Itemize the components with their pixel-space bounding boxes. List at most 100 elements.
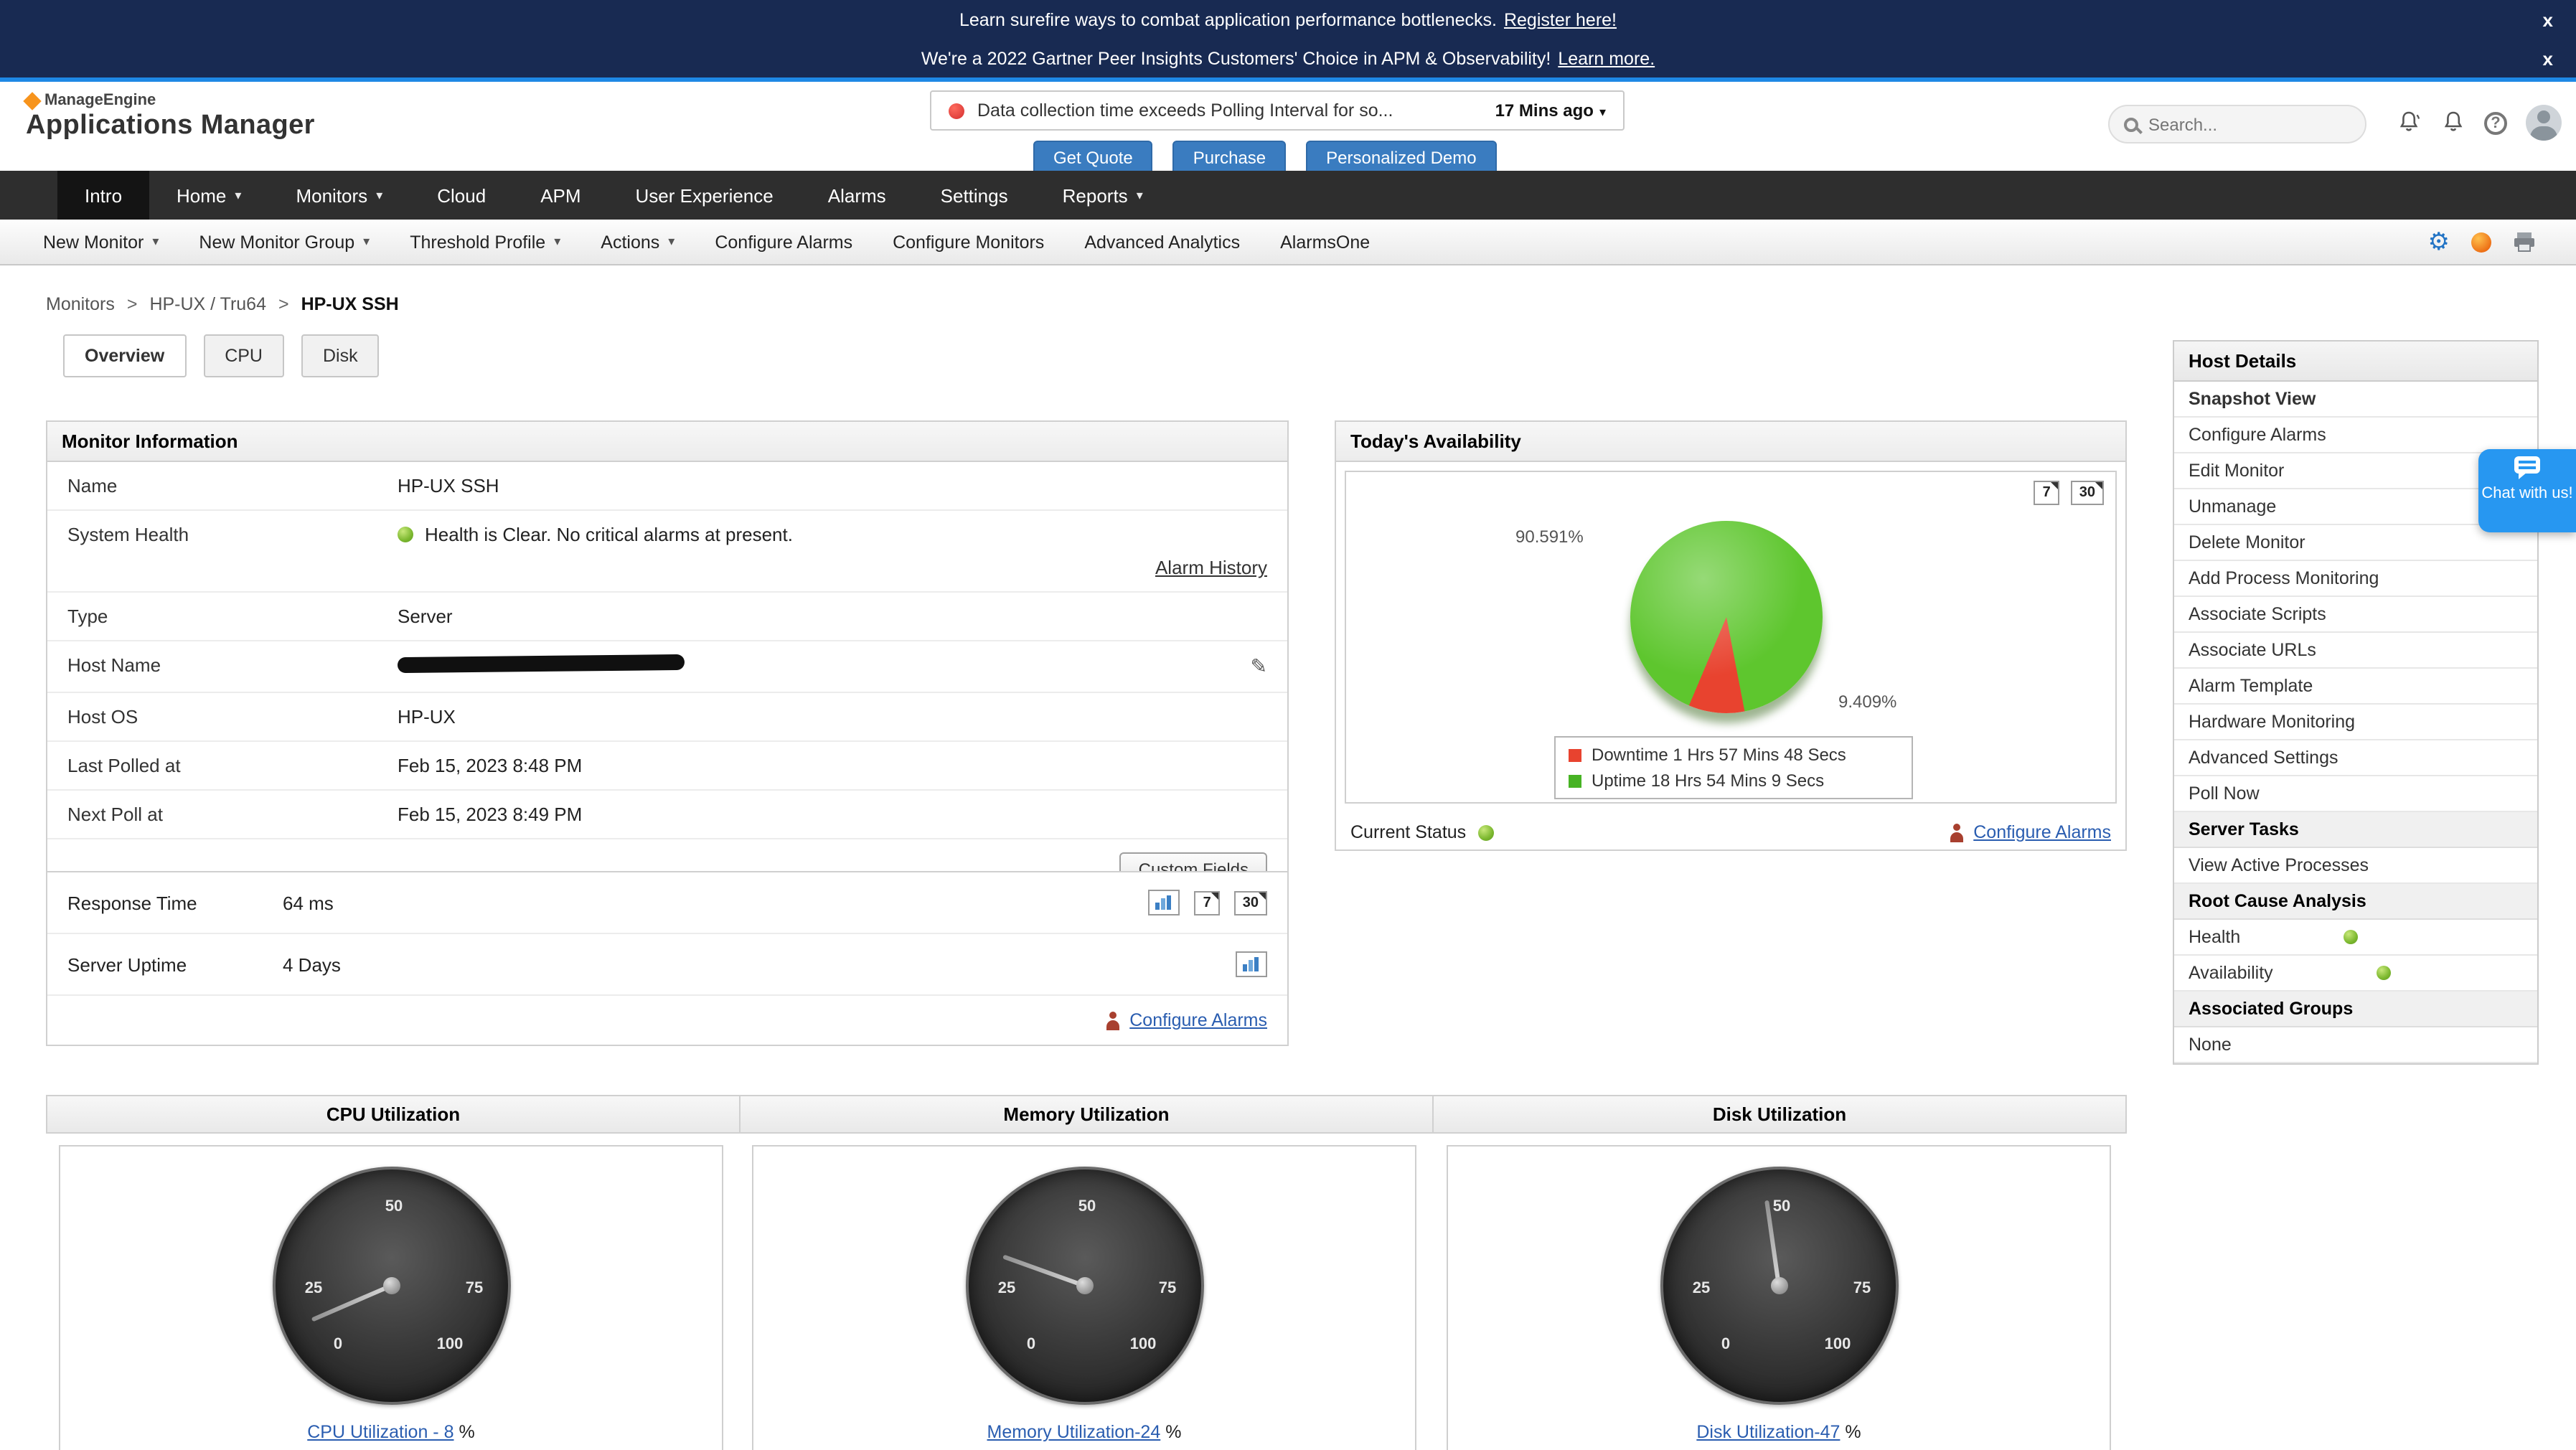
chat-bubble-icon [2514,456,2540,474]
configure-alarms-link[interactable]: Configure Alarms [1129,1010,1267,1030]
sidebar-item-availability[interactable]: Availability [2174,956,2537,992]
breadcrumb-hpux-tru64[interactable]: HP-UX / Tru64 [149,294,266,314]
search-icon [2124,117,2138,131]
memory-gauge-box: 50 25 75 0 100 Memory Utilization-24 % [752,1145,1416,1450]
alert-time-dropdown[interactable]: 17 Mins ago [1495,100,1606,121]
main-nav: Intro Home Monitors Cloud APM User Exper… [0,171,2576,220]
cpu-gauge-box: 50 25 75 0 100 CPU Utilization - 8 % [59,1145,723,1450]
cpu-utilization-link[interactable]: CPU Utilization - 8 [307,1422,453,1442]
subnav-new-monitor-group[interactable]: New Monitor Group [199,232,370,252]
promo-link-2[interactable]: Learn more. [1558,48,1655,68]
subnav-threshold-profile[interactable]: Threshold Profile [410,232,560,252]
edit-pencil-icon[interactable]: ✎ [1251,654,1267,679]
monitor-information-panel: Monitor Information Name HP-UX SSH Syste… [46,420,1289,901]
sidebar-item-associate-urls[interactable]: Associate URLs [2174,633,2537,669]
promo-banner-2: We're a 2022 Gartner Peer Insights Custo… [0,39,2576,77]
nav-intro[interactable]: Intro [57,171,149,220]
sidebar-item-add-process-monitoring[interactable]: Add Process Monitoring [2174,561,2537,597]
user-avatar[interactable] [2526,105,2562,141]
close-icon[interactable]: x [2543,9,2553,30]
graph-icon[interactable] [1149,890,1180,915]
sidebar-item-advanced-settings[interactable]: Advanced Settings [2174,740,2537,776]
legend-swatch [1569,774,1581,787]
panel-title: Monitor Information [47,422,1287,462]
notification-bar[interactable]: Data collection time exceeds Polling Int… [930,90,1625,131]
sidebar-item-alarm-template[interactable]: Alarm Template [2174,669,2537,705]
subnav-actions[interactable]: Actions [601,232,674,252]
header-actions: Get Quote Purchase Personalized Demo [1033,141,1497,175]
sidebar-item-configure-alarms[interactable]: Configure Alarms [2174,418,2537,453]
subnav-alarmsone[interactable]: AlarmsOne [1280,232,1370,252]
subnav-configure-monitors[interactable]: Configure Monitors [893,232,1044,252]
search-box[interactable] [2108,105,2366,143]
breadcrumb-monitors[interactable]: Monitors [46,294,115,314]
nav-user-experience[interactable]: User Experience [608,171,801,220]
nav-apm[interactable]: APM [513,171,608,220]
purchase-button[interactable]: Purchase [1173,141,1286,175]
row-server-uptime: Server Uptime 4 Days [47,934,1287,996]
memory-utilization-link[interactable]: Memory Utilization-24 [987,1422,1161,1442]
breadcrumb-current: HP-UX SSH [301,294,399,314]
sidebar-item-associate-scripts[interactable]: Associate Scripts [2174,597,2537,633]
legend-swatch [1569,748,1581,761]
nav-cloud[interactable]: Cloud [410,171,513,220]
seven-day-button[interactable]: 7 [2034,481,2059,505]
content: Monitors > HP-UX / Tru64 > HP-UX SSH Ove… [0,265,2576,1450]
promo-text-1: Learn surefire ways to combat applicatio… [959,9,1497,29]
nav-reports[interactable]: Reports [1035,171,1170,220]
alert-message: Data collection time exceeds Polling Int… [977,100,1393,121]
alert-status-icon [949,103,964,118]
chat-widget[interactable]: Chat with us! [2478,449,2576,532]
subnav-new-monitor[interactable]: New Monitor [43,232,159,252]
gauge-hub [382,1277,400,1294]
printer-icon[interactable] [2513,231,2536,253]
graph-icon[interactable] [1236,951,1267,977]
host-details-sidebar: Host Details Snapshot View Configure Ala… [2173,340,2539,1065]
thirty-day-button[interactable]: 30 [1234,890,1267,915]
disk-utilization-link[interactable]: Disk Utilization-47 [1696,1422,1840,1442]
gauges-header: CPU Utilization Memory Utilization Disk … [46,1095,2127,1134]
configure-alarms-link[interactable]: Configure Alarms [1973,822,2111,842]
header: ManageEngine Applications Manager Data c… [0,82,2576,171]
tab-disk[interactable]: Disk [301,334,380,377]
sidebar-section-root-cause-analysis: Root Cause Analysis [2174,884,2537,920]
personalized-demo-button[interactable]: Personalized Demo [1306,141,1496,175]
close-icon[interactable]: x [2543,47,2553,69]
availability-panel: Today's Availability 7 30 90.591% 9.409%… [1335,420,2127,851]
sidebar-section-associated-groups: Associated Groups [2174,992,2537,1027]
help-icon[interactable] [2484,111,2507,134]
promo-link-1[interactable]: Register here! [1504,9,1617,29]
person-icon [1105,1011,1121,1030]
brand-logo[interactable]: ManageEngine Applications Manager [26,92,315,142]
subnav-advanced-analytics[interactable]: Advanced Analytics [1084,232,1240,252]
sidebar-title: Host Details [2174,342,2537,382]
sidebar-item-poll-now[interactable]: Poll Now [2174,776,2537,812]
sidebar-item-snapshot-view[interactable]: Snapshot View [2174,382,2537,418]
seven-day-button[interactable]: 7 [1195,890,1220,915]
sidebar-item-hardware-monitoring[interactable]: Hardware Monitoring [2174,705,2537,740]
gear-icon[interactable] [2428,227,2450,256]
sidebar-item-health[interactable]: Health [2174,920,2537,956]
announcement-bell-icon[interactable] [2398,110,2422,135]
row-next-poll: Next Poll at Feb 15, 2023 8:49 PM [47,791,1287,839]
alarm-ball-icon[interactable] [2471,232,2491,252]
availability-pie[interactable] [1630,521,1823,713]
subnav-configure-alarms[interactable]: Configure Alarms [715,232,852,252]
get-quote-button[interactable]: Get Quote [1033,141,1153,175]
breadcrumb: Monitors > HP-UX / Tru64 > HP-UX SSH [46,294,399,314]
nav-settings[interactable]: Settings [913,171,1035,220]
sidebar-item-delete-monitor[interactable]: Delete Monitor [2174,525,2537,561]
alarm-history-link[interactable]: Alarm History [1155,557,1267,578]
nav-home[interactable]: Home [149,171,268,220]
tab-cpu[interactable]: CPU [203,334,284,377]
sidebar-item-view-active-processes[interactable]: View Active Processes [2174,848,2537,884]
tab-overview[interactable]: Overview [63,334,186,377]
health-status-icon [398,527,413,542]
search-input[interactable] [2148,114,2335,134]
nav-alarms[interactable]: Alarms [801,171,913,220]
notifications-bell-icon[interactable] [2441,110,2465,135]
tab-bar: Overview CPU Disk [63,334,380,377]
nav-monitors[interactable]: Monitors [268,171,410,220]
thirty-day-button[interactable]: 30 [2071,481,2104,505]
row-name: Name HP-UX SSH [47,462,1287,511]
